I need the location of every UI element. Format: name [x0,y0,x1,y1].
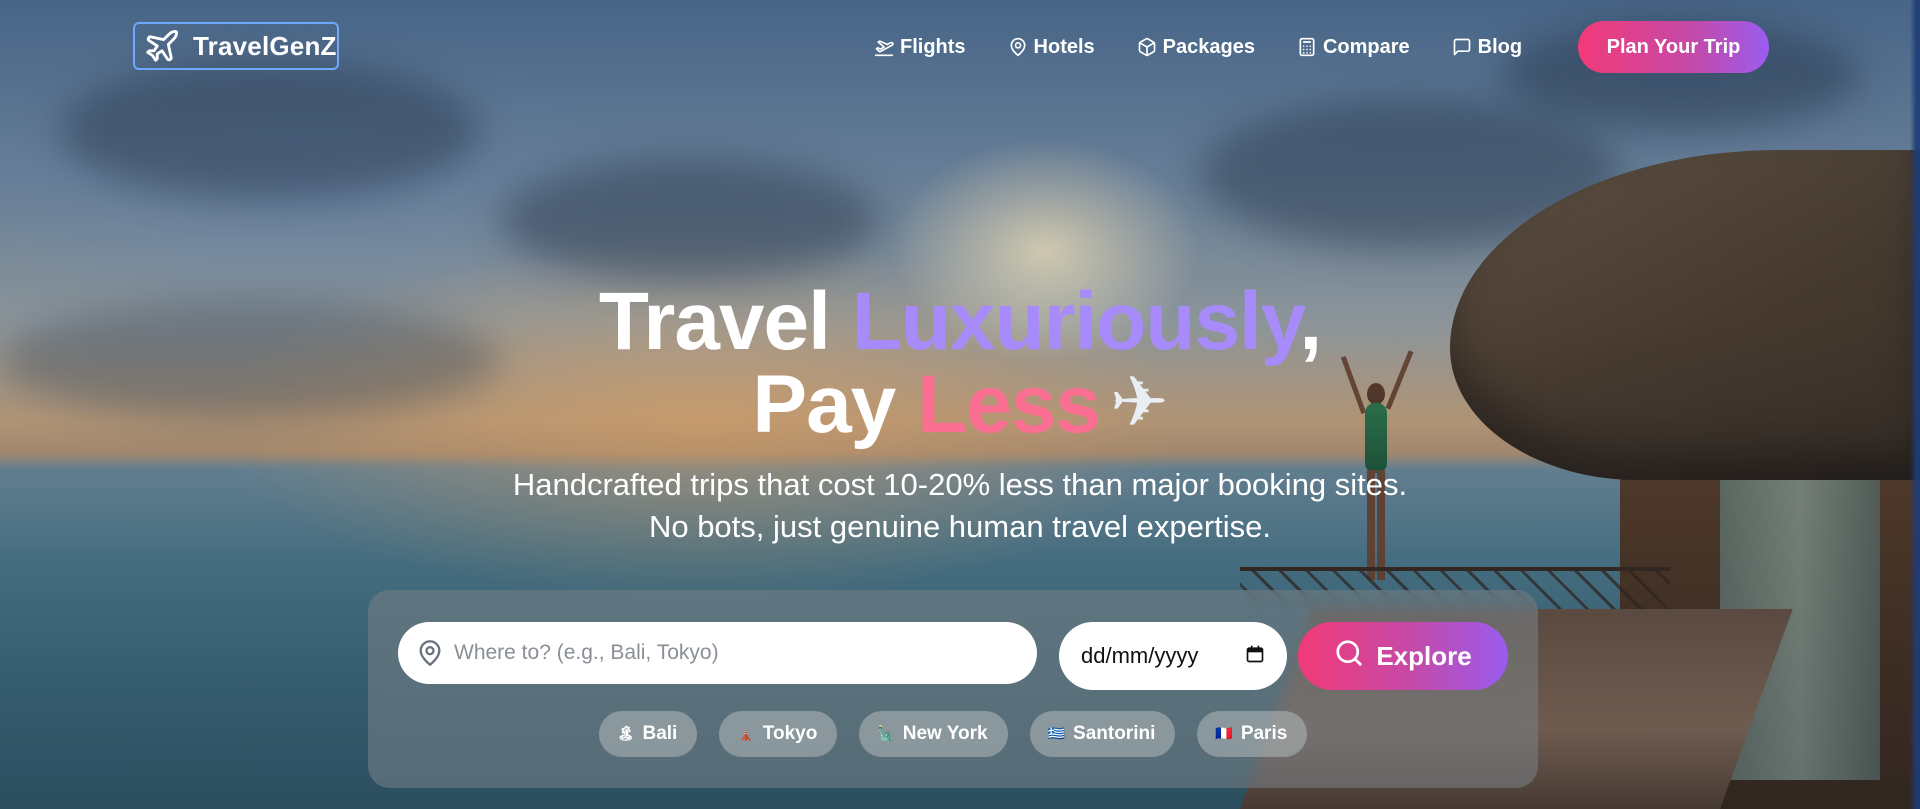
brand-name: TravelGenZ [193,30,337,61]
headline-line-1: Travel Luxuriously, [0,281,1920,363]
headline-accent-less: Less [917,359,1101,450]
search-icon [1334,638,1364,675]
nav-item-label: Blog [1477,35,1523,58]
airplane-emoji-icon: ✈ [1109,361,1169,443]
tower-icon: 🗼 [737,726,755,742]
map-pin-icon [1008,37,1028,57]
map-pin-icon [416,639,444,667]
headline-line-2: Pay Less ✈ [0,361,1920,446]
greece-flag-icon: 🇬🇷 [1047,726,1066,742]
chip-label: Tokyo [762,723,818,744]
chip-label: Paris [1240,723,1288,744]
nav-item-hotels[interactable]: Hotels [1008,36,1095,59]
calendar-icon[interactable] [1245,644,1265,669]
nav-item-label: Hotels [1033,35,1095,58]
package-icon [1137,37,1157,57]
calculator-icon [1297,37,1317,57]
headline-text: Travel [598,276,852,367]
nav-item-compare[interactable]: Compare [1297,36,1410,59]
nav-item-flights[interactable]: Flights [874,36,966,59]
hero-headline: Travel Luxuriously, Pay Less ✈ [0,281,1920,446]
destination-chip-tokyo[interactable]: 🗼 Tokyo [719,711,838,757]
destination-chip-bali[interactable]: 🏝 Bali [598,711,698,757]
chat-icon [1452,37,1472,57]
chip-label: Santorini [1073,723,1156,744]
plane-icon [143,27,181,65]
nav-item-packages[interactable]: Packages [1137,36,1255,59]
nav-item-label: Compare [1322,35,1410,58]
nav-item-blog[interactable]: Blog [1452,36,1522,59]
quick-destinations: 🏝 Bali 🗼 Tokyo 🗽 New York 🇬🇷 Santorini 🇫… [368,711,1538,757]
destination-chip-santorini[interactable]: 🇬🇷 Santorini [1029,711,1176,757]
destination-chip-new-york[interactable]: 🗽 New York [859,711,1008,757]
headline-accent-luxuriously: Luxuriously [851,276,1301,367]
subtitle-line-2: No bots, just genuine human travel exper… [648,509,1272,544]
navbar: TravelGenZ Flights Hotels Packages Compa… [0,0,1920,94]
hero-subtitle: Handcrafted trips that cost 10-20% less … [0,464,1920,548]
destination-field[interactable] [398,622,1037,684]
headline-comma: , [1299,276,1322,367]
island-icon: 🏝 [616,726,635,742]
destination-chip-paris[interactable]: 🇫🇷 Paris [1197,711,1308,757]
date-placeholder: dd/mm/yyyy [1081,643,1199,668]
statue-of-liberty-icon: 🗽 [877,726,895,742]
france-flag-icon: 🇫🇷 [1215,726,1233,742]
nav-item-label: Flights [900,35,966,58]
nav-links: Flights Hotels Packages Compare Blog [874,30,1522,64]
headline-text: Pay [752,359,918,450]
date-field[interactable]: dd/mm/yyyy [1059,622,1287,690]
plane-departure-icon [874,37,894,57]
brand-logo[interactable]: TravelGenZ [133,22,339,70]
explore-button[interactable]: Explore [1298,622,1508,690]
explore-label: Explore [1376,640,1472,671]
subtitle-line-1: Handcrafted trips that cost 10-20% less … [512,467,1408,502]
plan-trip-button[interactable]: Plan Your Trip [1578,21,1769,73]
destination-input[interactable] [452,640,996,666]
chip-label: New York [902,723,988,744]
chip-label: Bali [642,723,678,744]
search-panel: dd/mm/yyyy Explore 🏝 Bali 🗼 Tokyo 🗽 New … [368,590,1538,788]
nav-item-label: Packages [1162,35,1255,58]
